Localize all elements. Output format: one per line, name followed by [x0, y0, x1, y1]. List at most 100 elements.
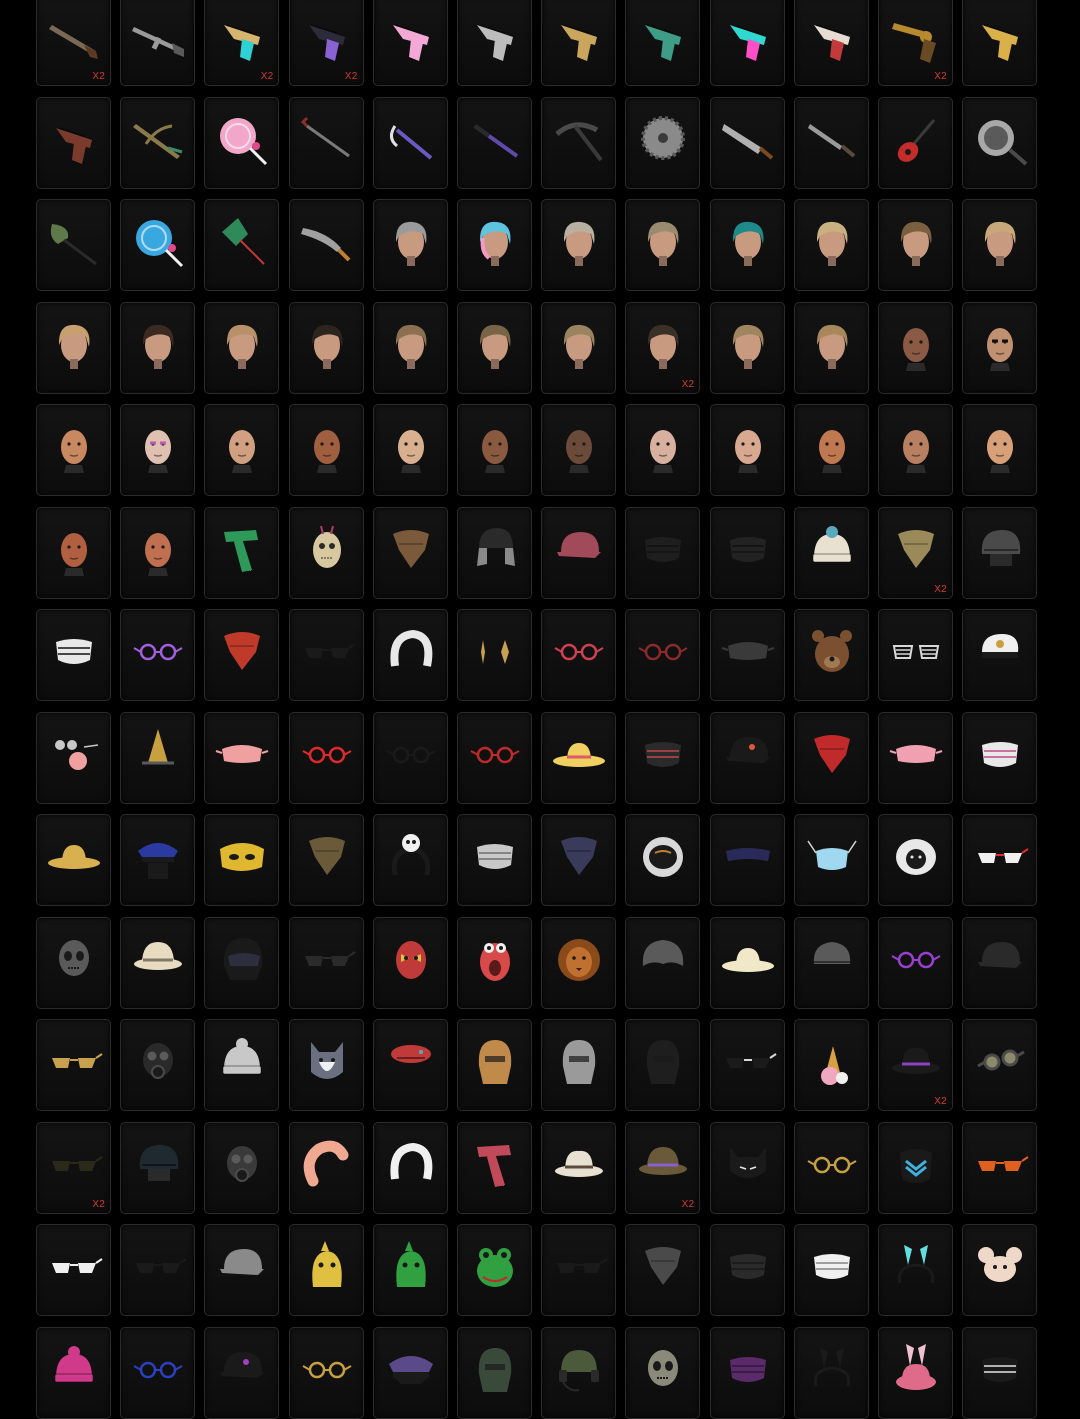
- inventory-slot[interactable]: [372, 609, 448, 701]
- inventory-slot[interactable]: [541, 96, 617, 189]
- inventory-slot[interactable]: [288, 916, 364, 1009]
- inventory-slot[interactable]: [204, 814, 280, 906]
- inventory-slot[interactable]: [709, 0, 785, 86]
- inventory-slot[interactable]: [36, 711, 111, 804]
- inventory-slot[interactable]: [456, 1019, 532, 1111]
- inventory-slot[interactable]: [456, 0, 532, 86]
- inventory-slot[interactable]: [456, 301, 532, 394]
- inventory-slot[interactable]: [793, 1019, 869, 1111]
- inventory-slot[interactable]: [962, 1224, 1038, 1316]
- inventory-slot[interactable]: [962, 1326, 1038, 1419]
- inventory-slot[interactable]: [962, 0, 1038, 86]
- inventory-slot[interactable]: [120, 609, 196, 701]
- inventory-slot[interactable]: [541, 814, 617, 906]
- inventory-slot[interactable]: [541, 404, 617, 496]
- inventory-slot[interactable]: [541, 609, 617, 701]
- inventory-slot[interactable]: [793, 916, 869, 1009]
- inventory-slot[interactable]: [456, 404, 532, 496]
- inventory-slot[interactable]: [120, 0, 196, 86]
- inventory-slot[interactable]: [456, 1224, 532, 1316]
- inventory-slot[interactable]: [204, 1019, 280, 1111]
- inventory-slot[interactable]: [372, 916, 448, 1009]
- inventory-slot[interactable]: [625, 1326, 701, 1419]
- inventory-slot[interactable]: [625, 1224, 701, 1316]
- inventory-slot[interactable]: [372, 506, 448, 599]
- inventory-slot[interactable]: [288, 609, 364, 701]
- inventory-slot[interactable]: [120, 96, 196, 189]
- inventory-slot[interactable]: [962, 301, 1038, 394]
- inventory-slot[interactable]: X2: [36, 1121, 111, 1214]
- inventory-slot[interactable]: [962, 506, 1038, 599]
- inventory-slot[interactable]: [625, 506, 701, 599]
- inventory-slot[interactable]: [962, 814, 1038, 906]
- inventory-slot[interactable]: [372, 301, 448, 394]
- inventory-slot[interactable]: [541, 1224, 617, 1316]
- inventory-slot[interactable]: [962, 96, 1038, 189]
- inventory-slot[interactable]: [456, 814, 532, 906]
- inventory-slot[interactable]: [709, 1121, 785, 1214]
- inventory-slot[interactable]: [625, 96, 701, 189]
- inventory-slot[interactable]: [36, 1019, 111, 1111]
- inventory-slot[interactable]: [541, 199, 617, 291]
- inventory-slot[interactable]: [541, 1326, 617, 1419]
- inventory-slot[interactable]: [372, 1224, 448, 1316]
- inventory-slot[interactable]: [456, 1121, 532, 1214]
- inventory-slot[interactable]: [625, 609, 701, 701]
- inventory-slot[interactable]: [120, 301, 196, 394]
- inventory-slot[interactable]: [962, 711, 1038, 804]
- inventory-slot[interactable]: [709, 814, 785, 906]
- inventory-slot[interactable]: [120, 711, 196, 804]
- inventory-slot[interactable]: [204, 96, 280, 189]
- inventory-slot[interactable]: [877, 711, 953, 804]
- inventory-slot[interactable]: X2: [36, 0, 111, 86]
- inventory-slot[interactable]: [456, 506, 532, 599]
- inventory-slot[interactable]: [541, 0, 617, 86]
- inventory-slot[interactable]: [36, 404, 111, 496]
- inventory-slot[interactable]: [877, 1326, 953, 1419]
- inventory-slot[interactable]: [120, 404, 196, 496]
- inventory-slot[interactable]: [709, 404, 785, 496]
- inventory-slot[interactable]: X2: [877, 506, 953, 599]
- inventory-slot[interactable]: [541, 1019, 617, 1111]
- inventory-slot[interactable]: [204, 1224, 280, 1316]
- inventory-slot[interactable]: [962, 404, 1038, 496]
- inventory-slot[interactable]: [204, 199, 280, 291]
- inventory-slot[interactable]: [709, 711, 785, 804]
- inventory-slot[interactable]: [541, 1121, 617, 1214]
- inventory-slot[interactable]: [288, 1224, 364, 1316]
- inventory-slot[interactable]: [204, 1121, 280, 1214]
- inventory-slot[interactable]: [625, 404, 701, 496]
- inventory-slot[interactable]: [709, 1326, 785, 1419]
- inventory-slot[interactable]: [962, 1019, 1038, 1111]
- inventory-slot[interactable]: [204, 404, 280, 496]
- inventory-slot[interactable]: [625, 1019, 701, 1111]
- inventory-slot[interactable]: [709, 609, 785, 701]
- inventory-slot[interactable]: [877, 96, 953, 189]
- inventory-slot[interactable]: [877, 199, 953, 291]
- inventory-slot[interactable]: [204, 1326, 280, 1419]
- inventory-slot[interactable]: [288, 506, 364, 599]
- inventory-slot[interactable]: [36, 1326, 111, 1419]
- inventory-slot[interactable]: [709, 506, 785, 599]
- inventory-slot[interactable]: [120, 916, 196, 1009]
- inventory-slot[interactable]: [709, 1224, 785, 1316]
- inventory-slot[interactable]: [372, 711, 448, 804]
- inventory-slot[interactable]: [793, 506, 869, 599]
- inventory-slot[interactable]: [962, 1121, 1038, 1214]
- inventory-slot[interactable]: [709, 199, 785, 291]
- inventory-slot[interactable]: [372, 1121, 448, 1214]
- inventory-slot[interactable]: [288, 404, 364, 496]
- inventory-slot[interactable]: [877, 301, 953, 394]
- inventory-slot[interactable]: [120, 199, 196, 291]
- inventory-slot[interactable]: [541, 301, 617, 394]
- inventory-slot[interactable]: [36, 609, 111, 701]
- inventory-slot[interactable]: [541, 916, 617, 1009]
- inventory-slot[interactable]: [372, 96, 448, 189]
- inventory-slot[interactable]: [288, 1121, 364, 1214]
- inventory-slot[interactable]: [456, 916, 532, 1009]
- inventory-slot[interactable]: [288, 1326, 364, 1419]
- inventory-slot[interactable]: [204, 916, 280, 1009]
- inventory-slot[interactable]: [120, 1224, 196, 1316]
- inventory-slot[interactable]: [204, 609, 280, 701]
- inventory-slot[interactable]: [877, 609, 953, 701]
